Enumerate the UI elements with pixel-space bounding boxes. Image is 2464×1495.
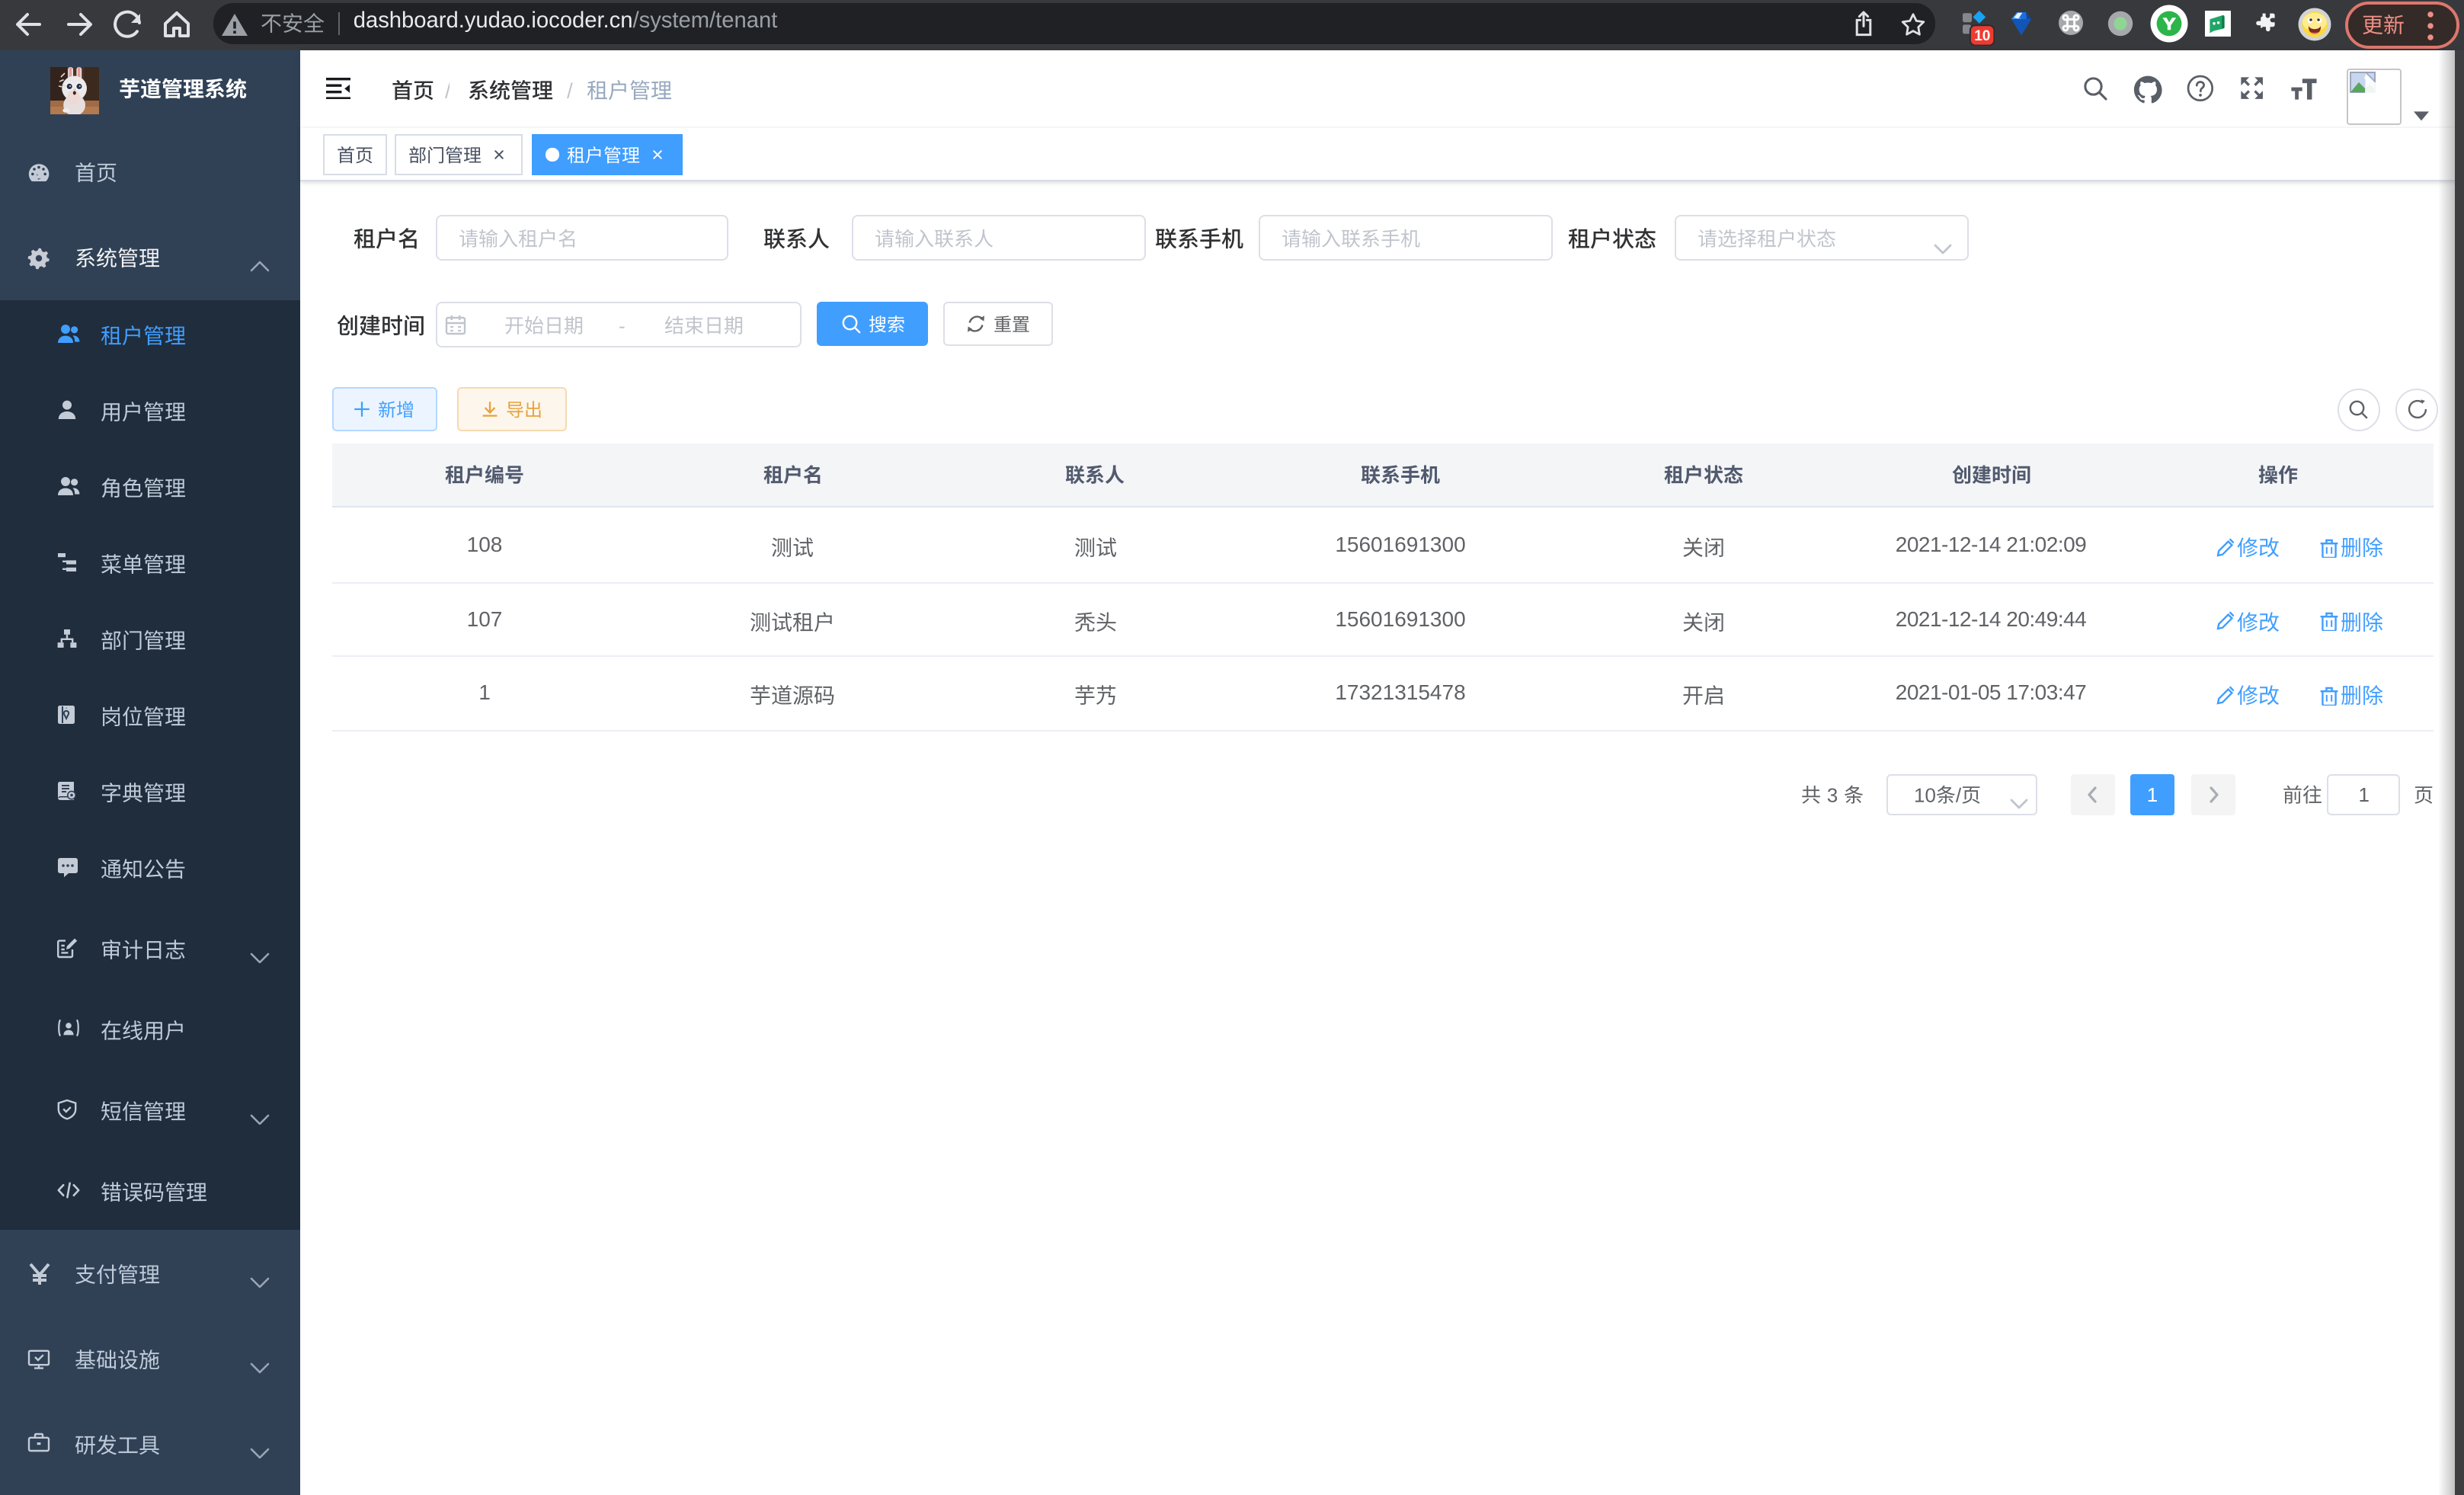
svg-text:10: 10	[1974, 29, 1990, 45]
